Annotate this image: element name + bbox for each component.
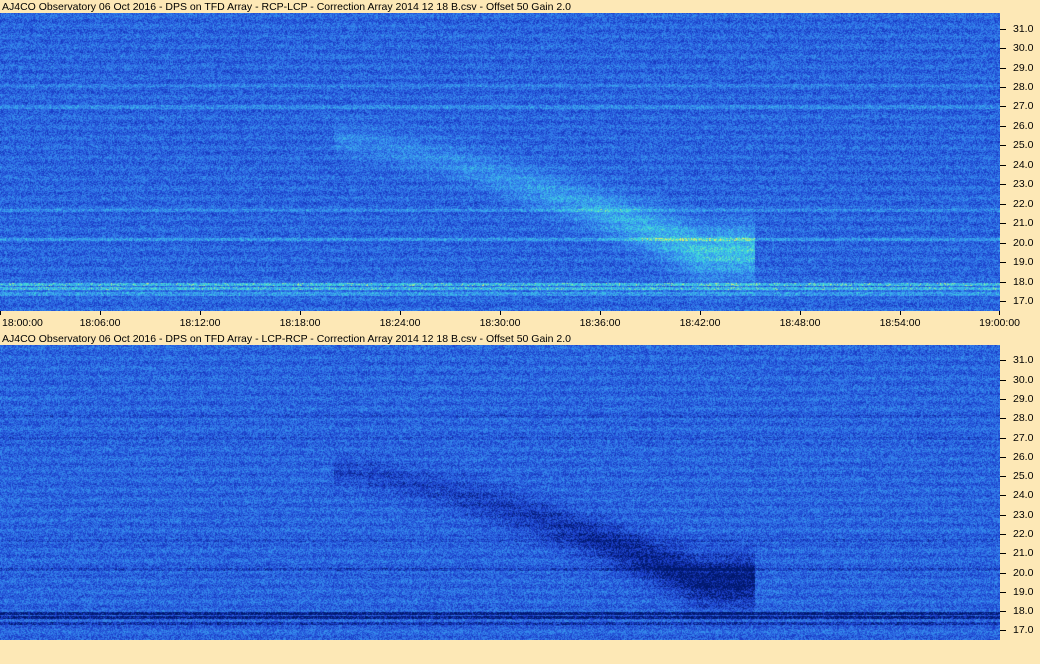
y-tick-label: 21.0 xyxy=(1013,217,1034,230)
y-tick xyxy=(1000,533,1006,535)
x-tick xyxy=(800,311,801,315)
y-tick xyxy=(1000,572,1006,574)
panel-2-title: AJ4CO Observatory 06 Oct 2016 - DPS on T… xyxy=(2,333,571,345)
frequency-axis-1: 31.0 30.0 29.0 28.0 27.0 26.0 25.0 24.0 23.0 22.0… xyxy=(1000,13,1040,311)
y-tick-label: 22.0 xyxy=(1013,527,1034,540)
x-tick-label: 18:30:00 xyxy=(479,317,521,329)
y-tick xyxy=(1000,476,1006,478)
y-tick xyxy=(1000,553,1006,555)
x-tick xyxy=(0,311,1,315)
y-tick xyxy=(1000,591,1006,593)
y-tick-label: 23.0 xyxy=(1013,178,1034,191)
y-tick-label: 24.0 xyxy=(1013,158,1034,171)
y-tick xyxy=(1000,360,1006,362)
y-tick xyxy=(1000,48,1006,50)
y-tick xyxy=(1000,164,1006,166)
y-tick-label: 19.0 xyxy=(1013,585,1034,598)
x-tick xyxy=(100,311,101,315)
y-tick-label: 25.0 xyxy=(1013,470,1034,483)
y-tick xyxy=(1000,28,1006,30)
y-tick xyxy=(1000,281,1006,283)
x-tick-label: 18:54:00 xyxy=(879,317,921,329)
x-tick-label: 18:24:00 xyxy=(379,317,421,329)
y-tick xyxy=(1000,379,1006,381)
spectrogram-canvas-2 xyxy=(0,345,1000,640)
x-tick-label: 18:12:00 xyxy=(179,317,221,329)
spectrogram-canvas-1 xyxy=(0,13,1000,311)
y-tick-label: 18.0 xyxy=(1013,275,1034,288)
y-tick-label: 22.0 xyxy=(1013,197,1034,210)
y-tick-label: 27.0 xyxy=(1013,431,1034,444)
x-tick xyxy=(200,311,201,315)
x-tick xyxy=(400,311,401,315)
y-tick-label: 31.0 xyxy=(1013,354,1034,367)
x-tick-label: 18:06:00 xyxy=(79,317,121,329)
y-tick-label: 30.0 xyxy=(1013,42,1034,55)
y-tick-label: 20.0 xyxy=(1013,566,1034,579)
panel-1-title: AJ4CO Observatory 06 Oct 2016 - DPS on T… xyxy=(2,1,571,13)
y-tick xyxy=(1000,223,1006,225)
y-tick xyxy=(1000,398,1006,400)
y-tick xyxy=(1000,437,1006,439)
y-tick-label: 30.0 xyxy=(1013,373,1034,386)
y-tick xyxy=(1000,514,1006,516)
y-tick-label: 23.0 xyxy=(1013,508,1034,521)
x-tick xyxy=(600,311,601,315)
x-tick-label: 18:18:00 xyxy=(279,317,321,329)
y-tick-label: 18.0 xyxy=(1013,605,1034,618)
spectrogram-panel-2 xyxy=(0,345,1000,640)
x-tick-label: 18:36:00 xyxy=(579,317,621,329)
y-tick xyxy=(1000,262,1006,264)
y-tick-label: 26.0 xyxy=(1013,119,1034,132)
y-tick-label: 25.0 xyxy=(1013,139,1034,152)
y-tick-label: 29.0 xyxy=(1013,392,1034,405)
y-tick xyxy=(1000,203,1006,205)
y-tick-label: 21.0 xyxy=(1013,547,1034,560)
y-tick-label: 17.0 xyxy=(1013,624,1034,637)
x-tick xyxy=(300,311,301,315)
y-tick xyxy=(1000,418,1006,420)
y-tick xyxy=(1000,495,1006,497)
y-tick xyxy=(1000,242,1006,244)
spectrogram-panel-1 xyxy=(0,13,1000,311)
y-tick-label: 17.0 xyxy=(1013,295,1034,308)
y-tick xyxy=(1000,67,1006,69)
time-axis-1: 18:00:00 18:06:00 18:12:00 18:18:00 18:24:00… xyxy=(0,311,1040,331)
y-tick-label: 26.0 xyxy=(1013,450,1034,463)
y-tick xyxy=(1000,125,1006,127)
x-tick xyxy=(500,311,501,315)
y-tick-label: 28.0 xyxy=(1013,81,1034,93)
x-tick xyxy=(999,311,1000,315)
y-tick xyxy=(1000,87,1006,88)
y-tick xyxy=(1000,630,1006,632)
x-tick-label: 18:42:00 xyxy=(679,317,721,329)
y-tick xyxy=(1000,145,1006,147)
y-tick xyxy=(1000,456,1006,458)
y-tick xyxy=(1000,611,1006,613)
x-tick xyxy=(700,311,701,315)
y-tick-label: 19.0 xyxy=(1013,256,1034,269)
y-tick xyxy=(1000,301,1006,303)
x-tick-label: 18:00:00 xyxy=(2,317,43,329)
y-tick-label: 28.0 xyxy=(1013,412,1034,425)
x-tick-label: 19:00:00 xyxy=(979,317,1020,329)
y-tick-label: 31.0 xyxy=(1013,22,1034,35)
y-tick xyxy=(1000,184,1006,186)
y-tick-label: 24.0 xyxy=(1013,489,1034,502)
x-tick xyxy=(900,311,901,315)
y-tick-label: 20.0 xyxy=(1013,236,1034,249)
frequency-axis-2: 31.0 30.0 29.0 28.0 27.0 26.0 25.0 24.0 23.0 22.0… xyxy=(1000,345,1040,640)
y-tick-label: 29.0 xyxy=(1013,61,1034,74)
y-tick xyxy=(1000,106,1006,108)
x-tick-label: 18:48:00 xyxy=(779,317,821,329)
y-tick-label: 27.0 xyxy=(1013,100,1034,113)
